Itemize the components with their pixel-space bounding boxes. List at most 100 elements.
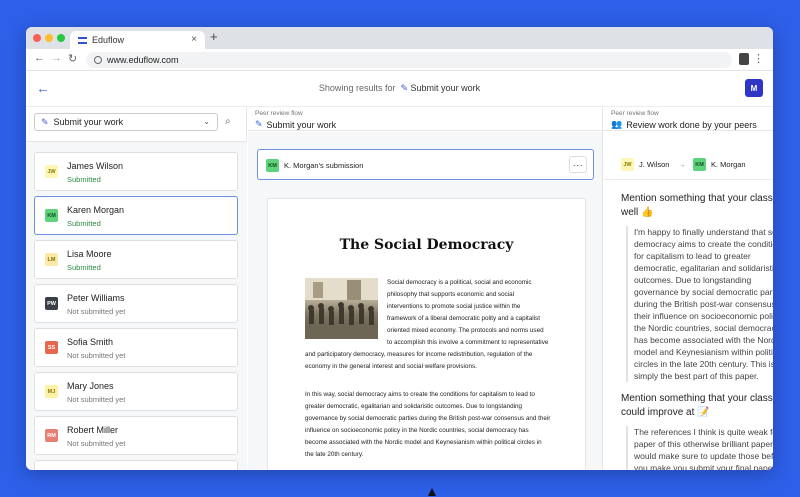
crowd-illustration-icon — [305, 278, 378, 339]
student-name: James Wilson — [67, 161, 124, 171]
flow-label: Peer review flow — [255, 110, 303, 117]
student-card[interactable]: KM Karen Morgan Submitted — [34, 196, 238, 235]
review-answer-line: you make you submit your final paper. — [626, 462, 773, 470]
new-tab-button[interactable]: + — [210, 29, 218, 44]
browser-tab[interactable]: Eduflow × — [70, 31, 205, 49]
minimize-window-button[interactable] — [45, 34, 53, 42]
showing-prefix: Showing results for — [318, 83, 396, 93]
chevron-down-icon: ⌄ — [203, 117, 210, 126]
pencil-icon: ✎ — [255, 119, 263, 129]
review-question-line: Mention something that your classmate — [621, 193, 773, 204]
student-avatar: PW — [45, 297, 58, 310]
students-column: ✎ Submit your work ⌄ ⌕ JW James Wilson Sub… — [26, 107, 247, 470]
search-icon[interactable]: ⌕ — [225, 116, 231, 127]
review-answer-line: outcomes. Due to longstanding — [626, 274, 751, 286]
review-question-line: Mention something that your classmate — [621, 393, 773, 404]
student-avatar: KM — [45, 209, 58, 222]
submission-status: Submitted — [67, 175, 101, 184]
student-name: Mary Jones — [67, 381, 114, 391]
submission-area: KM K. Morgan's submission ··· The Social… — [248, 132, 602, 470]
browser-menu-icon[interactable]: ⋮ — [753, 52, 764, 65]
submission-status: Submitted — [67, 219, 101, 228]
flow-title: Submit your work — [410, 83, 481, 93]
student-avatar: JW — [45, 165, 58, 178]
mouse-cursor-icon — [428, 488, 436, 496]
flow-label: Peer review flow — [611, 110, 659, 117]
student-name: Robert Miller — [67, 425, 119, 435]
paper-text-line: In this way, social democracy aims to cr… — [305, 391, 535, 398]
student-list: JW James Wilson Submitted KM Karen Morgan Sub… — [26, 141, 247, 470]
column-title: Review work done by your peers — [626, 119, 757, 130]
review-answer-line: circles in the late 20th century. This i… — [626, 358, 773, 370]
review-header[interactable]: JW J. Wilson → KM K. Morgan — [604, 149, 773, 180]
tab-title: Eduflow — [92, 35, 125, 45]
review-question-line: could improve at 📝 — [621, 407, 710, 418]
student-name: Peter Williams — [67, 293, 125, 303]
flow-select-value: Submit your work — [53, 117, 124, 127]
submission-column-header: Peer review flow ✎ Submit your work — [248, 107, 602, 131]
submitted-paper: The Social Democracy Social democracy is… — [267, 198, 586, 470]
paper-text-line: become associated with the Nordic model … — [305, 439, 542, 446]
student-card[interactable]: JW James Wilson Submitted — [34, 152, 238, 191]
reviewee-name: K. Morgan — [711, 160, 746, 169]
reviewer-avatar: JW — [621, 158, 634, 171]
paper-title: The Social Democracy — [339, 237, 514, 253]
review-column-header: Peer review flow 👥 Review work done by y… — [604, 107, 773, 131]
student-name: Karen Morgan — [67, 205, 125, 215]
review-answer-line: paper of this otherwise brilliant paper.… — [626, 438, 773, 450]
review-answer-line: would make sure to update those before — [626, 450, 773, 462]
student-name: Vanessa Brown — [67, 469, 129, 470]
address-input[interactable]: www.eduflow.com — [86, 52, 732, 68]
review-answer-line: democratic, egalitarian and solidaristic — [626, 262, 773, 274]
paper-text-line: and participatory democracy, measures fo… — [305, 351, 533, 358]
maximize-window-button[interactable] — [57, 34, 65, 42]
student-card[interactable]: SS Sofia Smith Not submitted yet — [34, 328, 238, 367]
paper-text-line: governance by social democratic parties … — [305, 415, 551, 422]
student-card[interactable]: VBVanessa Brown — [34, 460, 238, 470]
student-card[interactable]: MJ Mary Jones Not submitted yet — [34, 372, 238, 411]
back-arrow-icon[interactable]: ← — [34, 52, 45, 64]
submission-status: Submitted — [67, 263, 101, 272]
arrow-right-icon: → — [678, 160, 686, 169]
reload-icon[interactable]: ↻ — [68, 52, 77, 65]
flow-select[interactable]: ✎ Submit your work ⌄ — [34, 113, 218, 131]
submission-status: Not submitted yet — [67, 395, 126, 404]
paper-text-line: influence on socioeconomic policy in the… — [305, 427, 529, 434]
review-answer-line: for capitalism to lead to greater — [626, 250, 751, 262]
review-answer-line: model and Keynesianism within political — [626, 346, 773, 358]
paper-text-line: to accomplish this involve a commitment … — [387, 339, 549, 346]
paper-text-line: Social democracy is a political, social … — [387, 279, 532, 286]
pencil-icon: ✎ — [400, 83, 409, 93]
review-answer-line: democracy aims to create the conditions — [626, 238, 773, 250]
submission-status: Not submitted yet — [67, 307, 126, 316]
review-question-line: well 👍 — [621, 207, 654, 218]
student-card[interactable]: RM Robert Miller Not submitted yet — [34, 416, 238, 455]
submission-card[interactable]: KM K. Morgan's submission ··· — [257, 149, 594, 180]
site-info-icon[interactable] — [94, 56, 102, 64]
more-options-button[interactable]: ··· — [569, 156, 587, 173]
student-name: Lisa Moore — [67, 249, 112, 259]
review-answer-line: The references I think is quite weak for… — [626, 426, 773, 438]
student-avatar: SS — [45, 341, 58, 354]
results-heading: Showing results for ✎ Submit your work — [26, 83, 773, 94]
app-header: ← Showing results for ✎ Submit your work… — [26, 71, 773, 107]
user-avatar[interactable]: M — [745, 79, 763, 97]
student-avatar: LM — [45, 253, 58, 266]
student-card[interactable]: LM Lisa Moore Submitted — [34, 240, 238, 279]
reviewer-name: J. Wilson — [639, 160, 670, 169]
student-avatar: MJ — [45, 385, 58, 398]
close-tab-icon[interactable]: × — [191, 34, 197, 45]
submission-status: Not submitted yet — [67, 439, 126, 448]
submission-column: Peer review flow ✎ Submit your work KM K… — [248, 107, 603, 470]
paper-text-line: interventions to promote social justice … — [387, 303, 521, 310]
forward-arrow-icon[interactable]: → — [51, 52, 62, 64]
submission-avatar: KM — [266, 159, 279, 172]
student-card[interactable]: PW Peter Williams Not submitted yet — [34, 284, 238, 323]
tab-bar: Eduflow × + — [26, 27, 773, 49]
submission-label: K. Morgan's submission — [284, 161, 364, 170]
extension-icon[interactable] — [739, 53, 749, 65]
close-window-button[interactable] — [33, 34, 41, 42]
review-column: Peer review flow 👥 Review work done by y… — [604, 107, 773, 470]
student-name: Sofia Smith — [67, 337, 114, 347]
review-answer-line: the Nordic countries, social democracy — [626, 322, 773, 334]
